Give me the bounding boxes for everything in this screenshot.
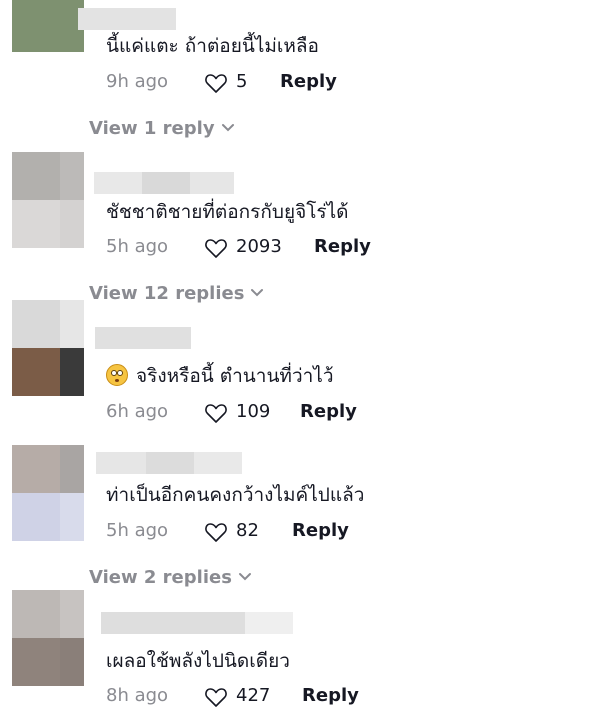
heart-icon[interactable]	[204, 72, 228, 94]
comment-text: ชัชชาติชายที่ต่อกรกับยูจิโร่ได้	[106, 201, 349, 223]
comment-time: 8h ago	[106, 685, 169, 706]
chevron-down-icon	[221, 124, 234, 132]
username-blurred[interactable]	[94, 172, 234, 194]
heart-icon[interactable]	[204, 521, 228, 543]
chevron-down-icon	[238, 573, 251, 581]
flushed-face-icon	[106, 364, 128, 386]
comment-text: จริงหรือนี้ ตำนานที่ว่าไว้	[106, 363, 334, 389]
view-replies-button[interactable]: View 12 replies	[89, 282, 264, 306]
reply-button[interactable]: Reply	[300, 400, 357, 424]
comment-time: 5h ago	[106, 520, 169, 541]
comment-text: ท่าเป็นอีกคนคงกว้างไมค์ไปแล้ว	[106, 484, 365, 506]
username-blurred[interactable]	[101, 612, 293, 634]
view-replies-button[interactable]: View 2 replies	[89, 566, 252, 590]
avatar[interactable]	[12, 152, 84, 248]
reply-button[interactable]: Reply	[292, 519, 349, 543]
heart-icon[interactable]	[204, 686, 228, 708]
username-blurred[interactable]	[95, 327, 191, 349]
view-replies-label: View 2 replies	[89, 567, 232, 588]
view-replies-button[interactable]: View 1 reply	[89, 117, 235, 141]
heart-icon[interactable]	[204, 402, 228, 424]
username-blurred[interactable]	[78, 8, 176, 30]
comment-text: นี้แค่แตะ ถ้าต่อยนี้ไม่เหลือ	[106, 35, 319, 57]
reply-button[interactable]: Reply	[314, 235, 371, 259]
comment-text: เผลอใช้พลังไปนิดเดียว	[106, 650, 290, 672]
like-count: 5	[236, 71, 248, 92]
like-count: 427	[236, 685, 271, 706]
comment-time: 5h ago	[106, 236, 169, 257]
heart-icon[interactable]	[204, 237, 228, 259]
like-count: 2093	[236, 236, 282, 257]
view-replies-label: View 1 reply	[89, 118, 215, 139]
avatar[interactable]	[12, 590, 84, 686]
reply-button[interactable]: Reply	[280, 70, 337, 94]
view-replies-label: View 12 replies	[89, 283, 245, 304]
comment-time: 6h ago	[106, 401, 169, 422]
avatar[interactable]	[12, 445, 84, 541]
like-count: 109	[236, 401, 271, 422]
avatar[interactable]	[12, 300, 84, 396]
comment-time: 9h ago	[106, 71, 169, 92]
chevron-down-icon	[251, 289, 264, 297]
reply-button[interactable]: Reply	[302, 684, 359, 708]
avatar[interactable]	[12, 0, 84, 52]
comment-text-body: จริงหรือนี้ ตำนานที่ว่าไว้	[136, 365, 334, 387]
username-blurred[interactable]	[96, 452, 242, 474]
like-count: 82	[236, 520, 259, 541]
